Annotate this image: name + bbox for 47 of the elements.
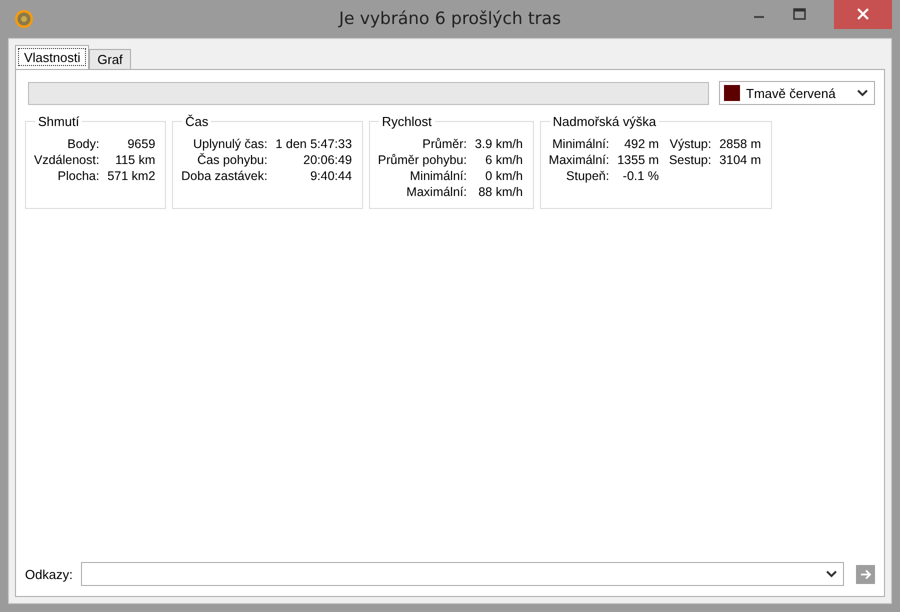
field-label: Výstup:: [668, 136, 712, 152]
maximize-icon[interactable]: [793, 8, 806, 20]
chevron-down-icon: [826, 570, 837, 578]
field-value: 3.9 km/h: [474, 136, 523, 152]
close-icon: [857, 8, 869, 20]
field-label: Průměr:: [421, 136, 467, 152]
links-combo-field[interactable]: [80, 562, 844, 586]
chevron-down-icon: [857, 89, 868, 97]
field-label: Body:: [66, 136, 100, 152]
field-label: Čas pohybu:: [196, 152, 268, 168]
group-title: Shmutí: [35, 114, 82, 129]
field-label: Doba zastávek:: [181, 168, 268, 184]
links-label: Odkazy:: [25, 566, 73, 582]
field-value: 88 km/h: [477, 184, 523, 200]
field-value: 1 den 5:47:33: [275, 136, 352, 152]
field-label: Maximální:: [548, 152, 610, 168]
field-label: Plocha:: [56, 168, 100, 184]
window-title: Je vybráno 6 prošlých tras: [339, 9, 561, 29]
field-label: Průměr pohybu:: [378, 152, 467, 168]
field-value: 1355 m: [617, 152, 659, 168]
field-label: Minimální:: [551, 136, 610, 152]
field-label: Sestup:: [668, 152, 712, 168]
field-value: 571 km2: [107, 168, 156, 184]
group-title: Čas: [182, 114, 212, 129]
field-label: Maximální:: [405, 184, 467, 200]
group-title: Rychlost: [378, 114, 435, 129]
arrow-right-icon: [860, 568, 872, 580]
field-value: 492 m: [623, 136, 659, 152]
color-dropdown[interactable]: Tmavě červená: [719, 81, 875, 105]
field-value: 115 km: [114, 152, 156, 168]
field-value: -0.1 %: [622, 168, 659, 184]
field-value: 2858 m: [719, 136, 762, 152]
app-logo-icon: [14, 9, 34, 29]
tab[interactable]: Vlastnosti: [15, 45, 90, 69]
field-label: Uplynulý čas:: [192, 136, 268, 152]
tab[interactable]: Graf: [89, 49, 131, 69]
close-button[interactable]: [834, 0, 892, 29]
field-value: 0 km/h: [484, 168, 523, 184]
field-value: 20:06:49: [302, 152, 352, 168]
field-value: 9659: [126, 136, 156, 152]
group-title: Nadmořská výška: [550, 114, 660, 129]
field-value: 6 km/h: [484, 152, 523, 168]
field-label: Minimální:: [408, 168, 467, 184]
field-label: Stupeň:: [565, 168, 610, 184]
field-value: 3104 m: [719, 152, 762, 168]
field-value: 9:40:44: [309, 168, 352, 184]
field-label: Vzdálenost:: [34, 152, 100, 168]
